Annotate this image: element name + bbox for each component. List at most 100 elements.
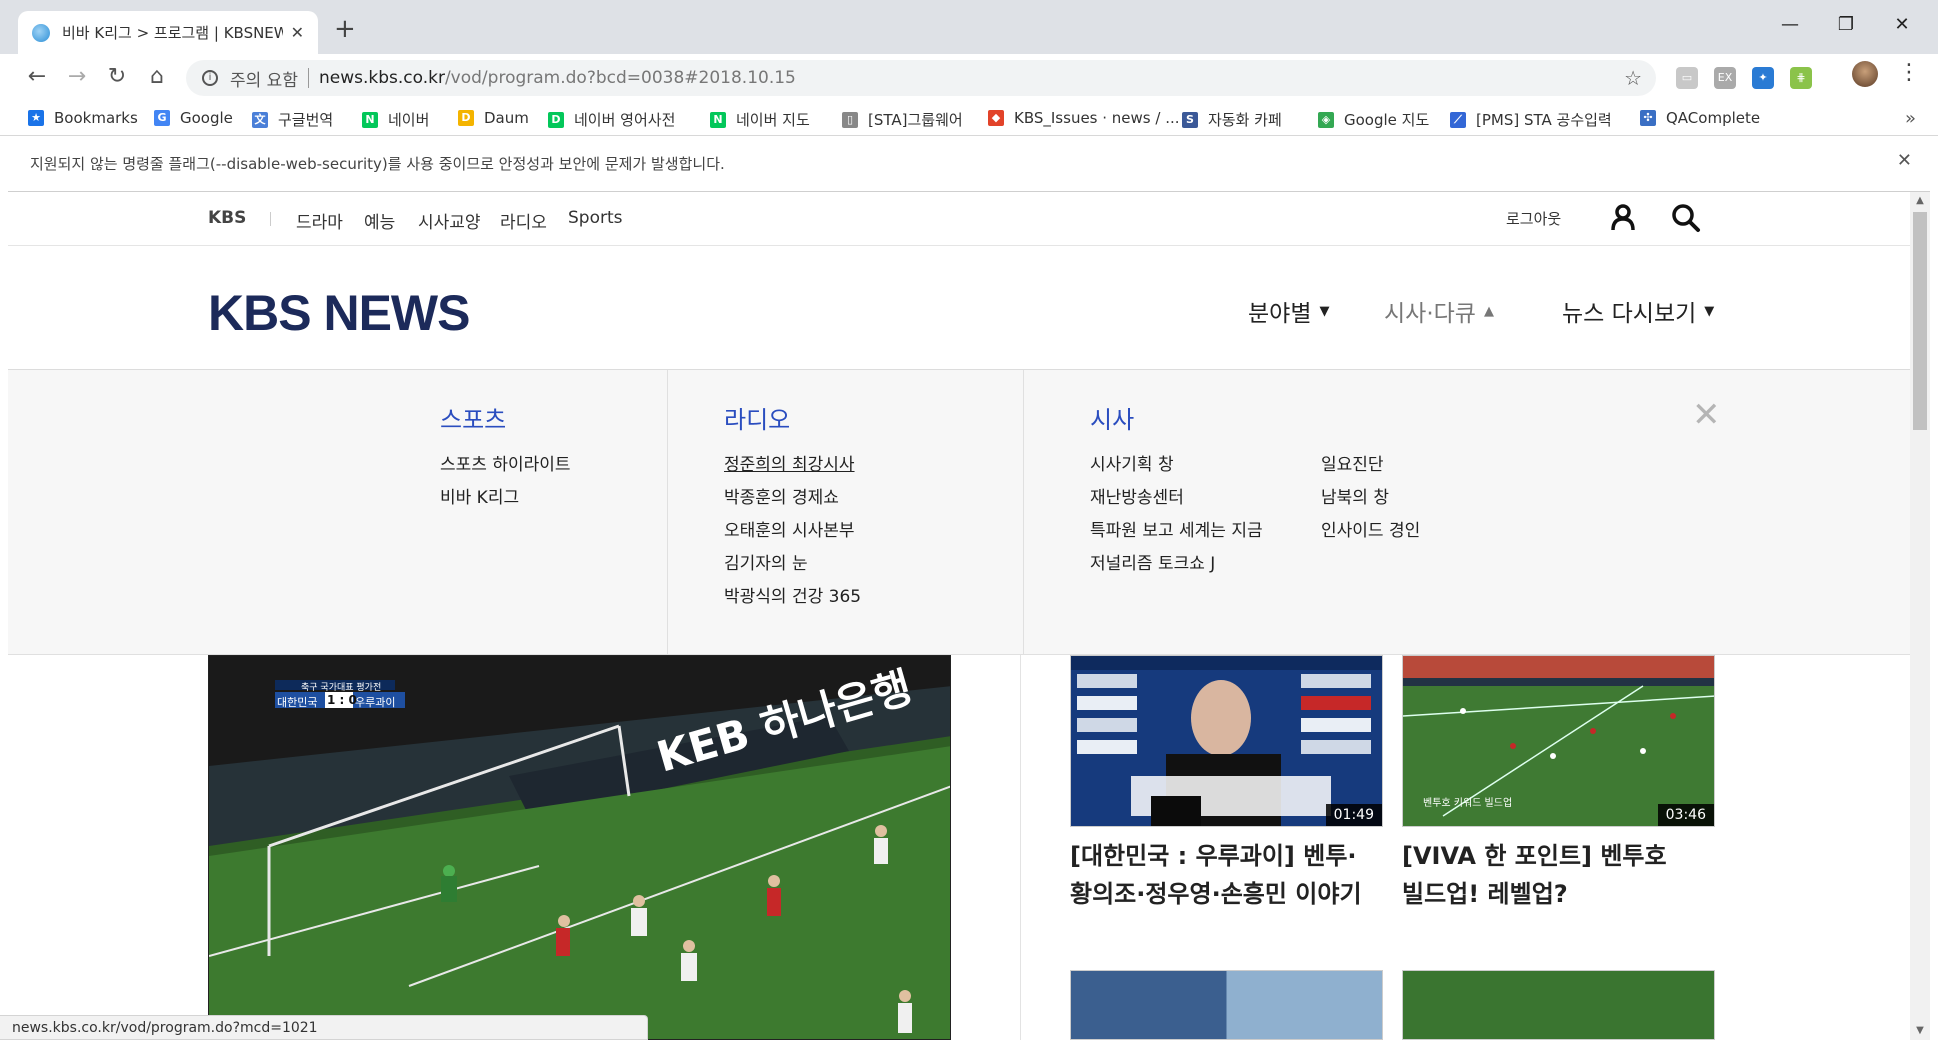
menu-link-affairs-4[interactable]: 저널리즘 토크쇼 J bbox=[1090, 549, 1215, 574]
tab-close-icon[interactable]: ✕ bbox=[291, 23, 304, 42]
video-thumbnail[interactable]: 01:49 bbox=[1070, 655, 1383, 827]
logout-link[interactable]: 로그아웃 bbox=[1506, 208, 1561, 229]
scroll-up-arrow-icon[interactable]: ▲ bbox=[1910, 192, 1930, 210]
infobar-close-icon[interactable]: ✕ bbox=[1897, 150, 1912, 171]
bookmark-item[interactable]: ★ Bookmarks bbox=[28, 109, 138, 127]
google-icon: G bbox=[154, 110, 170, 126]
bookmark-label: QAComplete bbox=[1666, 109, 1761, 127]
search-icon[interactable] bbox=[1670, 202, 1702, 238]
bookmark-label: Bookmarks bbox=[54, 109, 138, 127]
bookmark-item[interactable]: ⟋ [PMS] STA 공수입력 bbox=[1450, 109, 1612, 130]
web-page: KBS 드라마 예능 시사교양 라디오 Sports 로그아웃 KBS NEWS… bbox=[8, 192, 1910, 1040]
menu-link-radio-4[interactable]: 김기자의 눈 bbox=[724, 549, 808, 574]
menu-heading-sports[interactable]: 스포츠 bbox=[440, 400, 506, 435]
bookmark-item[interactable]: D Daum bbox=[458, 109, 529, 127]
gnb-entertainment-link[interactable]: 예능 bbox=[364, 208, 395, 233]
nav-by-field[interactable]: 분야별 ▼ bbox=[1248, 294, 1329, 328]
menu-heading-current-affairs[interactable]: 시사 bbox=[1090, 400, 1134, 435]
bookmark-item[interactable]: G Google bbox=[154, 109, 233, 127]
nav-current-affairs-docu[interactable]: 시사·다큐 ▲ bbox=[1384, 294, 1494, 328]
menu-link-affairs-2[interactable]: 재난방송센터 bbox=[1090, 483, 1184, 508]
maximize-button[interactable]: ❐ bbox=[1826, 14, 1866, 35]
broadcast-caption: 축구 국가대표 평가전 bbox=[301, 683, 382, 693]
bookmark-label: Google 지도 bbox=[1344, 111, 1430, 129]
extension-ladder-icon[interactable]: ⋕ bbox=[1790, 67, 1812, 89]
minimize-button[interactable]: — bbox=[1770, 14, 1810, 35]
bookmark-item[interactable]: ✣ QAComplete bbox=[1640, 109, 1760, 127]
video-title-line: [대한민국 : 우루과이] 벤투· bbox=[1070, 842, 1357, 870]
bookmark-item[interactable]: ▯ [STA]그룹웨어 bbox=[842, 109, 963, 130]
daum-icon: D bbox=[458, 110, 474, 126]
reload-icon[interactable]: ↻ bbox=[102, 64, 132, 90]
video-title-line: [VIVA 한 포인트] 벤투호 bbox=[1402, 842, 1667, 870]
chevron-down-icon: ▼ bbox=[1319, 303, 1330, 319]
user-icon[interactable] bbox=[1608, 202, 1638, 236]
menu-link-affairs-5[interactable]: 일요진단 bbox=[1321, 450, 1384, 475]
menu-link-sports-highlight[interactable]: 스포츠 하이라이트 bbox=[440, 450, 571, 475]
scrollbar-thumb[interactable] bbox=[1913, 212, 1927, 430]
bookmarks-overflow-icon[interactable]: » bbox=[1905, 108, 1916, 129]
gnb-drama-link[interactable]: 드라마 bbox=[296, 208, 343, 233]
menu-link-affairs-7[interactable]: 인사이드 경인 bbox=[1321, 516, 1420, 541]
menu-link-viva-kleague[interactable]: 비바 K리그 bbox=[440, 483, 519, 508]
home-icon[interactable]: ⌂ bbox=[142, 64, 172, 90]
bookmark-item[interactable]: D 네이버 영어사전 bbox=[548, 109, 675, 130]
menu-close-icon[interactable]: ✕ bbox=[1692, 398, 1721, 432]
bookmark-item[interactable]: ◈ Google 지도 bbox=[1318, 109, 1429, 130]
gnb-radio-link[interactable]: 라디오 bbox=[500, 208, 547, 233]
menu-link-radio-2[interactable]: 박종훈의 경제쇼 bbox=[724, 483, 839, 508]
menu-link-radio-3[interactable]: 오태훈의 시사본부 bbox=[724, 516, 855, 541]
extension-ex-icon[interactable]: EX bbox=[1714, 67, 1736, 89]
naver-icon: N bbox=[362, 111, 378, 128]
new-tab-button[interactable]: + bbox=[334, 14, 356, 44]
nav-news-replay[interactable]: 뉴스 다시보기 ▼ bbox=[1562, 294, 1714, 328]
menu-link-affairs-3[interactable]: 특파원 보고 세계는 지금 bbox=[1090, 516, 1263, 541]
nav-current-affairs-docu-label: 시사·다큐 bbox=[1384, 301, 1476, 327]
close-window-button[interactable]: ✕ bbox=[1882, 14, 1922, 35]
bookmark-label: 자동화 카페 bbox=[1208, 111, 1282, 129]
scroll-down-arrow-icon[interactable]: ▼ bbox=[1910, 1022, 1930, 1040]
gnb-current-affairs-link[interactable]: 시사교양 bbox=[418, 208, 481, 233]
forward-arrow-icon[interactable]: → bbox=[62, 64, 92, 90]
video-title-line: 황의조·정우영·손흥민 이야기 bbox=[1070, 880, 1362, 908]
extension-cast-icon[interactable]: ▭ bbox=[1676, 67, 1698, 89]
menu-link-radio-5[interactable]: 박광식의 건강 365 bbox=[724, 582, 861, 607]
menu-link-affairs-1[interactable]: 시사기획 창 bbox=[1090, 450, 1174, 475]
bookmark-item[interactable]: N 네이버 bbox=[362, 109, 429, 130]
menu-column-divider bbox=[1023, 370, 1024, 655]
video-thumbnail[interactable] bbox=[1070, 970, 1383, 1040]
score-value: 1 : 0 bbox=[327, 693, 357, 707]
url-text[interactable]: news.kbs.co.kr/vod/program.do?bcd=0038#2… bbox=[319, 68, 796, 88]
bookmark-star-icon[interactable]: ☆ bbox=[1624, 66, 1642, 90]
profile-avatar[interactable] bbox=[1852, 61, 1878, 87]
browser-tab[interactable]: 비바 K리그 > 프로그램 | KBSNEWS ✕ bbox=[18, 11, 318, 54]
kbs-news-logo[interactable]: KBS NEWS bbox=[208, 284, 470, 342]
kbs-favicon-icon bbox=[32, 23, 50, 42]
mega-menu-dropdown: 스포츠 스포츠 하이라이트 비바 K리그 라디오 정준희의 최강시사 박종훈의 … bbox=[8, 370, 1910, 655]
address-bar[interactable]: i 주의 요함 news.kbs.co.kr/vod/program.do?bc… bbox=[186, 60, 1656, 96]
video-thumbnail[interactable]: 벤투호 키워드 빌드업 03:46 bbox=[1402, 655, 1715, 827]
video-title[interactable]: [대한민국 : 우루과이] 벤투· 황의조·정우영·손흥민 이야기 bbox=[1070, 837, 1362, 913]
omnibox-divider bbox=[307, 68, 309, 88]
extension-diamond-icon[interactable]: ✦ bbox=[1752, 67, 1774, 89]
info-icon[interactable]: i bbox=[202, 70, 218, 86]
gnb-sports-link[interactable]: Sports bbox=[568, 208, 623, 228]
naver-map-icon: N bbox=[710, 111, 726, 128]
menu-link-affairs-6[interactable]: 남북의 창 bbox=[1321, 483, 1389, 508]
bookmark-item[interactable]: N 네이버 지도 bbox=[710, 109, 810, 130]
back-arrow-icon[interactable]: ← bbox=[22, 64, 52, 90]
bookmark-label: [STA]그룹웨어 bbox=[868, 111, 963, 129]
bookmark-item[interactable]: 文 구글번역 bbox=[252, 109, 333, 130]
bookmark-label: 네이버 영어사전 bbox=[574, 111, 676, 129]
menu-heading-radio[interactable]: 라디오 bbox=[724, 400, 790, 435]
bookmark-item[interactable]: ◆ KBS_Issues · news / ... bbox=[988, 109, 1180, 127]
video-thumbnail[interactable] bbox=[1402, 970, 1715, 1040]
video-title[interactable]: [VIVA 한 포인트] 벤투호 빌드업! 레벨업? bbox=[1402, 837, 1667, 913]
page-scrollbar[interactable]: ▲ ▼ bbox=[1910, 192, 1930, 1040]
gnb-kbs-link[interactable]: KBS bbox=[208, 208, 246, 228]
bookmark-item[interactable]: S 자동화 카페 bbox=[1182, 109, 1282, 130]
main-video-player[interactable]: 축구 국가대표 평가전 대한민국 1 : 0 우루과이 KEB 하나은행 bbox=[208, 655, 951, 1040]
menu-link-radio-1[interactable]: 정준희의 최강시사 bbox=[724, 450, 855, 475]
browser-menu-icon[interactable]: ⋮ bbox=[1898, 60, 1920, 85]
gitlab-icon: ◆ bbox=[988, 110, 1004, 126]
